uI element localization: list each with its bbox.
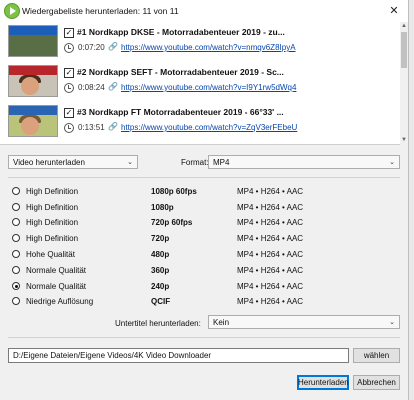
clock-icon [64,83,74,93]
format-value: MP4 [213,158,230,167]
app-logo-icon [4,3,20,19]
quality-label: Normale Qualität [26,266,87,275]
download-type-value: Video herunterladen [13,158,85,167]
quality-resolution: 720p 60fps [151,218,193,227]
video-thumbnail [8,65,58,97]
quality-format: MP4 • H264 • AAC [237,203,304,212]
quality-radio[interactable] [12,297,20,305]
quality-resolution: QCIF [151,297,171,306]
link-icon: 🔗 [108,122,118,131]
chevron-down-icon: ⌄ [389,159,395,166]
close-button[interactable]: ✕ [380,0,408,20]
quality-radio[interactable] [12,187,20,195]
quality-radio-selected[interactable] [12,282,20,290]
quality-resolution: 480p [151,250,170,259]
video-url[interactable]: https://www.youtube.com/watch?v=nmqv6Z8I… [121,43,296,52]
video-row: ✓ #3 Nordkapp FT Motorradabenteuer 2019 … [0,102,400,142]
video-duration: 0:08:24 [78,83,105,92]
scroll-thumb[interactable] [401,32,407,68]
quality-label: High Definition [26,218,79,227]
link-icon: 🔗 [108,42,118,51]
format-select[interactable]: MP4 ⌄ [208,155,400,169]
quality-label: High Definition [26,187,79,196]
video-thumbnail [8,25,58,57]
video-thumbnail [8,105,58,137]
quality-resolution: 1080p 60fps [151,187,197,196]
save-path-input[interactable]: D:/Eigene Dateien/Eigene Videos/4K Video… [8,348,349,363]
download-type-select[interactable]: Video herunterladen ⌄ [8,155,138,169]
format-label: Format: [181,158,209,167]
video-url[interactable]: https://www.youtube.com/watch?v=I9Y1rw5d… [121,83,296,92]
clock-icon [64,43,74,53]
scroll-up-icon[interactable]: ▲ [400,22,408,30]
chevron-down-icon: ⌄ [127,159,133,166]
choose-folder-button[interactable]: wählen [353,348,400,363]
quality-label: Niedrige Auflösung [26,297,94,306]
video-checkbox[interactable]: ✓ [64,68,74,78]
download-dialog: Wiedergabeliste herunterladen: 11 von 11… [0,0,409,400]
subtitles-value: Kein [213,318,230,327]
list-scrollbar[interactable]: ▲ ▼ [400,22,408,144]
quality-resolution: 360p [151,266,170,275]
quality-resolution: 720p [151,234,170,243]
quality-format: MP4 • H264 • AAC [237,297,304,306]
video-duration: 0:13:51 [78,123,105,132]
playlist-video-list: ✓ #1 Nordkapp DKSE - Motorradabenteuer 2… [0,22,400,145]
window-title: Wiedergabeliste herunterladen: 11 von 11 [22,6,179,16]
quality-radio[interactable] [12,266,20,274]
quality-radio[interactable] [12,234,20,242]
quality-resolution: 1080p [151,203,174,212]
quality-format: MP4 • H264 • AAC [237,187,304,196]
quality-format: MP4 • H264 • AAC [237,250,304,259]
quality-format: MP4 • H264 • AAC [237,218,304,227]
quality-radio[interactable] [12,218,20,226]
video-title: #1 Nordkapp DKSE - Motorradabenteuer 201… [77,27,285,37]
quality-radio[interactable] [12,250,20,258]
video-title: #2 Nordkapp SEFT - Motorradabenteuer 201… [77,67,284,77]
quality-label: Normale Qualität [26,282,87,291]
video-duration: 0:07:20 [78,43,105,52]
download-button[interactable]: Herunterladen [297,375,349,390]
title-bar: Wiedergabeliste herunterladen: 11 von 11… [0,0,408,22]
divider [8,337,400,338]
quality-format: MP4 • H264 • AAC [237,266,304,275]
video-title: #3 Nordkapp FT Motorradabenteuer 2019 - … [77,107,284,117]
video-row: ✓ #1 Nordkapp DKSE - Motorradabenteuer 2… [0,22,400,62]
chevron-down-icon: ⌄ [389,319,395,326]
video-row: ✓ #2 Nordkapp SEFT - Motorradabenteuer 2… [0,62,400,102]
subtitles-label: Untertitel herunterladen: [115,319,201,328]
scroll-down-icon[interactable]: ▼ [400,136,408,144]
quality-format: MP4 • H264 • AAC [237,282,304,291]
quality-radio[interactable] [12,203,20,211]
clock-icon [64,123,74,133]
video-checkbox[interactable]: ✓ [64,108,74,118]
quality-label: High Definition [26,234,79,243]
cancel-button[interactable]: Abbrechen [353,375,400,390]
quality-label: Hohe Qualität [26,250,75,259]
subtitles-select[interactable]: Kein ⌄ [208,315,400,329]
quality-label: High Definition [26,203,79,212]
divider [8,177,400,178]
link-icon: 🔗 [108,82,118,91]
video-url[interactable]: https://www.youtube.com/watch?v=ZqV3erFE… [121,123,297,132]
quality-format: MP4 • H264 • AAC [237,234,304,243]
video-checkbox[interactable]: ✓ [64,28,74,38]
quality-resolution: 240p [151,282,170,291]
